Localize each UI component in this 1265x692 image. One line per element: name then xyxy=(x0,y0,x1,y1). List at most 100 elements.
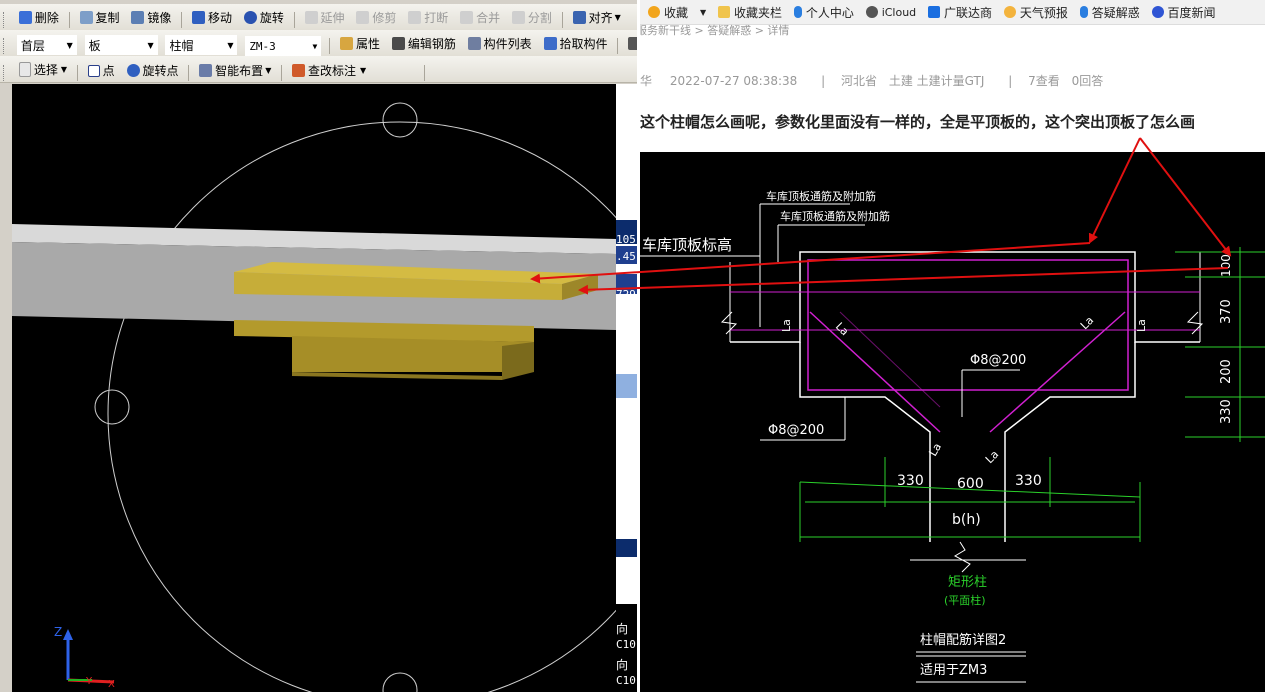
side-value: 105 xyxy=(616,233,636,246)
la-label: La xyxy=(983,448,1001,466)
note-slab-rebar: 车库顶板通筋及附加筋 xyxy=(766,189,876,203)
rotate-point-icon xyxy=(126,63,140,77)
cap-drop-shadow xyxy=(292,372,502,380)
detail-drawing: 车库顶板通筋及附加筋 车库顶板通筋及附加筋 车库顶板标高 La La La La… xyxy=(640,189,1265,683)
question-title: 这个柱帽怎么画呢，参数化里面没有一样的，全是平顶板的，这个突出顶板了怎么画 xyxy=(640,113,1196,131)
question-meta: 华 2022-07-27 08:38:38 | 河北省 土建 土建计量GTJ |… xyxy=(640,72,1265,89)
rotate-point-button[interactable]: 旋转点 xyxy=(123,57,183,82)
la-label: La xyxy=(926,441,944,459)
bookmark-qa[interactable]: 答疑解惑 xyxy=(1079,0,1140,24)
folder-icon xyxy=(718,6,730,18)
bookmark-icloud[interactable]: iCloud xyxy=(865,0,916,24)
delete-button[interactable]: 删除 xyxy=(15,4,63,30)
side-value: .45 xyxy=(616,250,636,263)
pencil-icon xyxy=(391,36,405,50)
component-select[interactable]: ZM-3 ▼ xyxy=(245,36,322,56)
column-cap-drop-side xyxy=(502,342,534,380)
cap-outline-right xyxy=(1004,342,1136,542)
break-button[interactable]: 打断 xyxy=(404,4,452,30)
y-axis-label: Y xyxy=(85,676,93,687)
bookmark-glodon[interactable]: 广联达商 xyxy=(928,0,992,24)
axis-bubble-bottom xyxy=(382,672,418,692)
right-panel-edge xyxy=(616,84,637,692)
mirror-icon xyxy=(131,10,145,24)
toolbar-grip[interactable] xyxy=(3,12,7,28)
la-label: La xyxy=(780,319,793,332)
modify-label-dropdown[interactable]: 查改标注 ▼ xyxy=(288,57,370,82)
column-label-sub: (平面柱) xyxy=(944,593,986,607)
rebar-note: Φ8@200 xyxy=(768,423,824,438)
type-select[interactable]: 柱帽 ▼ xyxy=(165,35,238,55)
dimension-label: 200 xyxy=(1219,359,1234,384)
x-axis-label: X xyxy=(108,679,115,690)
point-icon xyxy=(87,64,100,77)
merge-icon xyxy=(460,10,474,24)
viewport-canvas: Z Y X xyxy=(12,102,616,692)
region: 河北省 xyxy=(841,74,878,88)
z-axis-label: Z xyxy=(54,625,62,639)
side-value: 向 xyxy=(616,658,629,672)
properties-button[interactable]: 属性 xyxy=(336,30,384,56)
copy-icon xyxy=(79,10,93,24)
edit-rebar-button[interactable]: 编辑钢筋 xyxy=(388,30,460,56)
extend-button[interactable]: 延伸 xyxy=(301,4,349,30)
toolbar-grip[interactable] xyxy=(3,65,7,81)
rotate-button[interactable]: 旋转 xyxy=(240,4,288,30)
split-icon xyxy=(511,10,525,24)
bookmark-personal-center[interactable]: 个人中心 xyxy=(793,0,854,24)
merge-button[interactable]: 合并 xyxy=(456,4,504,30)
smart-layout-dropdown[interactable]: 智能布置 ▼ xyxy=(195,57,275,82)
dimension-label: 330 xyxy=(1015,473,1042,489)
bookmark-baidu-news[interactable]: 百度新闻 xyxy=(1151,0,1216,24)
pick-component-button[interactable]: 拾取构件 xyxy=(540,30,612,56)
copy-button[interactable]: 复制 xyxy=(76,4,124,30)
component-list-button[interactable]: 构件列表 xyxy=(464,30,536,56)
breadcrumb: 服务新干线 > 答疑解惑 > 详情 xyxy=(640,24,790,37)
browser-window: 收藏 ▼ 收藏夹栏 个人中心 iCloud 广联达商 天气预报 答疑解惑 百度新闻… xyxy=(640,0,1265,692)
answer-count: 0回答 xyxy=(1071,74,1104,88)
dimension-label: 330 xyxy=(897,473,924,489)
trim-button[interactable]: 修剪 xyxy=(352,4,400,30)
move-button[interactable]: 移动 xyxy=(188,4,236,30)
dimension-label: 370 xyxy=(1219,299,1234,324)
author-name[interactable]: 华 xyxy=(640,74,652,88)
align-icon xyxy=(572,10,586,24)
eyedropper-icon xyxy=(543,36,557,50)
la-label: La xyxy=(1078,314,1096,332)
slab-outline-top xyxy=(730,251,1200,343)
cad-window: 删除 复制 镜像 移动 旋转 延伸 修剪 打断 合并 分割 对齐 ▼ 首层 ▼ 板 ▼… xyxy=(0,0,637,692)
extend-icon xyxy=(304,10,318,24)
break-icon xyxy=(408,10,422,24)
select-dropdown[interactable]: 选择 ▼ xyxy=(15,56,71,82)
eraser-icon xyxy=(18,10,32,24)
dimension-label: 330 xyxy=(1219,399,1234,424)
component-toolbar: 首层▼ 板▼ 柱帽▼ ZM-3▼ 属性 编辑钢筋 构件列表 拾取构件 两点 xyxy=(0,30,637,57)
3d-viewport[interactable]: Z Y X xyxy=(12,84,616,692)
point-button[interactable]: 点 xyxy=(84,58,119,83)
favorites-button[interactable]: 收藏 ▼ xyxy=(648,0,706,24)
toolbar-grip[interactable] xyxy=(3,38,7,54)
two-point-icon xyxy=(628,36,637,50)
drawing-caption: 柱帽配筋详图2 xyxy=(920,632,1006,648)
drawing-caption-sub: 适用于ZM3 xyxy=(920,663,987,678)
edit-toolbar: 删除 复制 镜像 移动 旋转 延伸 修剪 打断 合并 分割 对齐 ▼ xyxy=(0,4,637,31)
two-point-button[interactable]: 两点 xyxy=(624,30,637,56)
weather-icon xyxy=(1003,6,1016,18)
split-button[interactable]: 分割 xyxy=(508,4,556,30)
mirror-button[interactable]: 镜像 xyxy=(127,4,175,30)
meta-divider: | xyxy=(1008,74,1013,88)
dimension-label: 600 xyxy=(957,476,984,492)
bookmark-icon xyxy=(793,6,802,18)
align-dropdown[interactable]: 对齐 ▼ xyxy=(569,4,625,30)
axis-bubble-left xyxy=(94,389,130,425)
bookmark-weather[interactable]: 天气预报 xyxy=(1003,0,1068,24)
note-slab-rebar-2: 车库顶板通筋及附加筋 xyxy=(780,209,890,223)
move-icon xyxy=(192,10,206,24)
side-value: C10 xyxy=(616,674,636,687)
bookmark-icon xyxy=(1079,6,1088,18)
column-cap-drop-front xyxy=(292,336,534,372)
bookmark-favorites-bar[interactable]: 收藏夹栏 xyxy=(718,0,782,24)
floor-select[interactable]: 首层 ▼ xyxy=(16,35,77,55)
category-select[interactable]: 板 ▼ xyxy=(84,35,158,55)
dimension-label: b(h) xyxy=(952,512,981,528)
